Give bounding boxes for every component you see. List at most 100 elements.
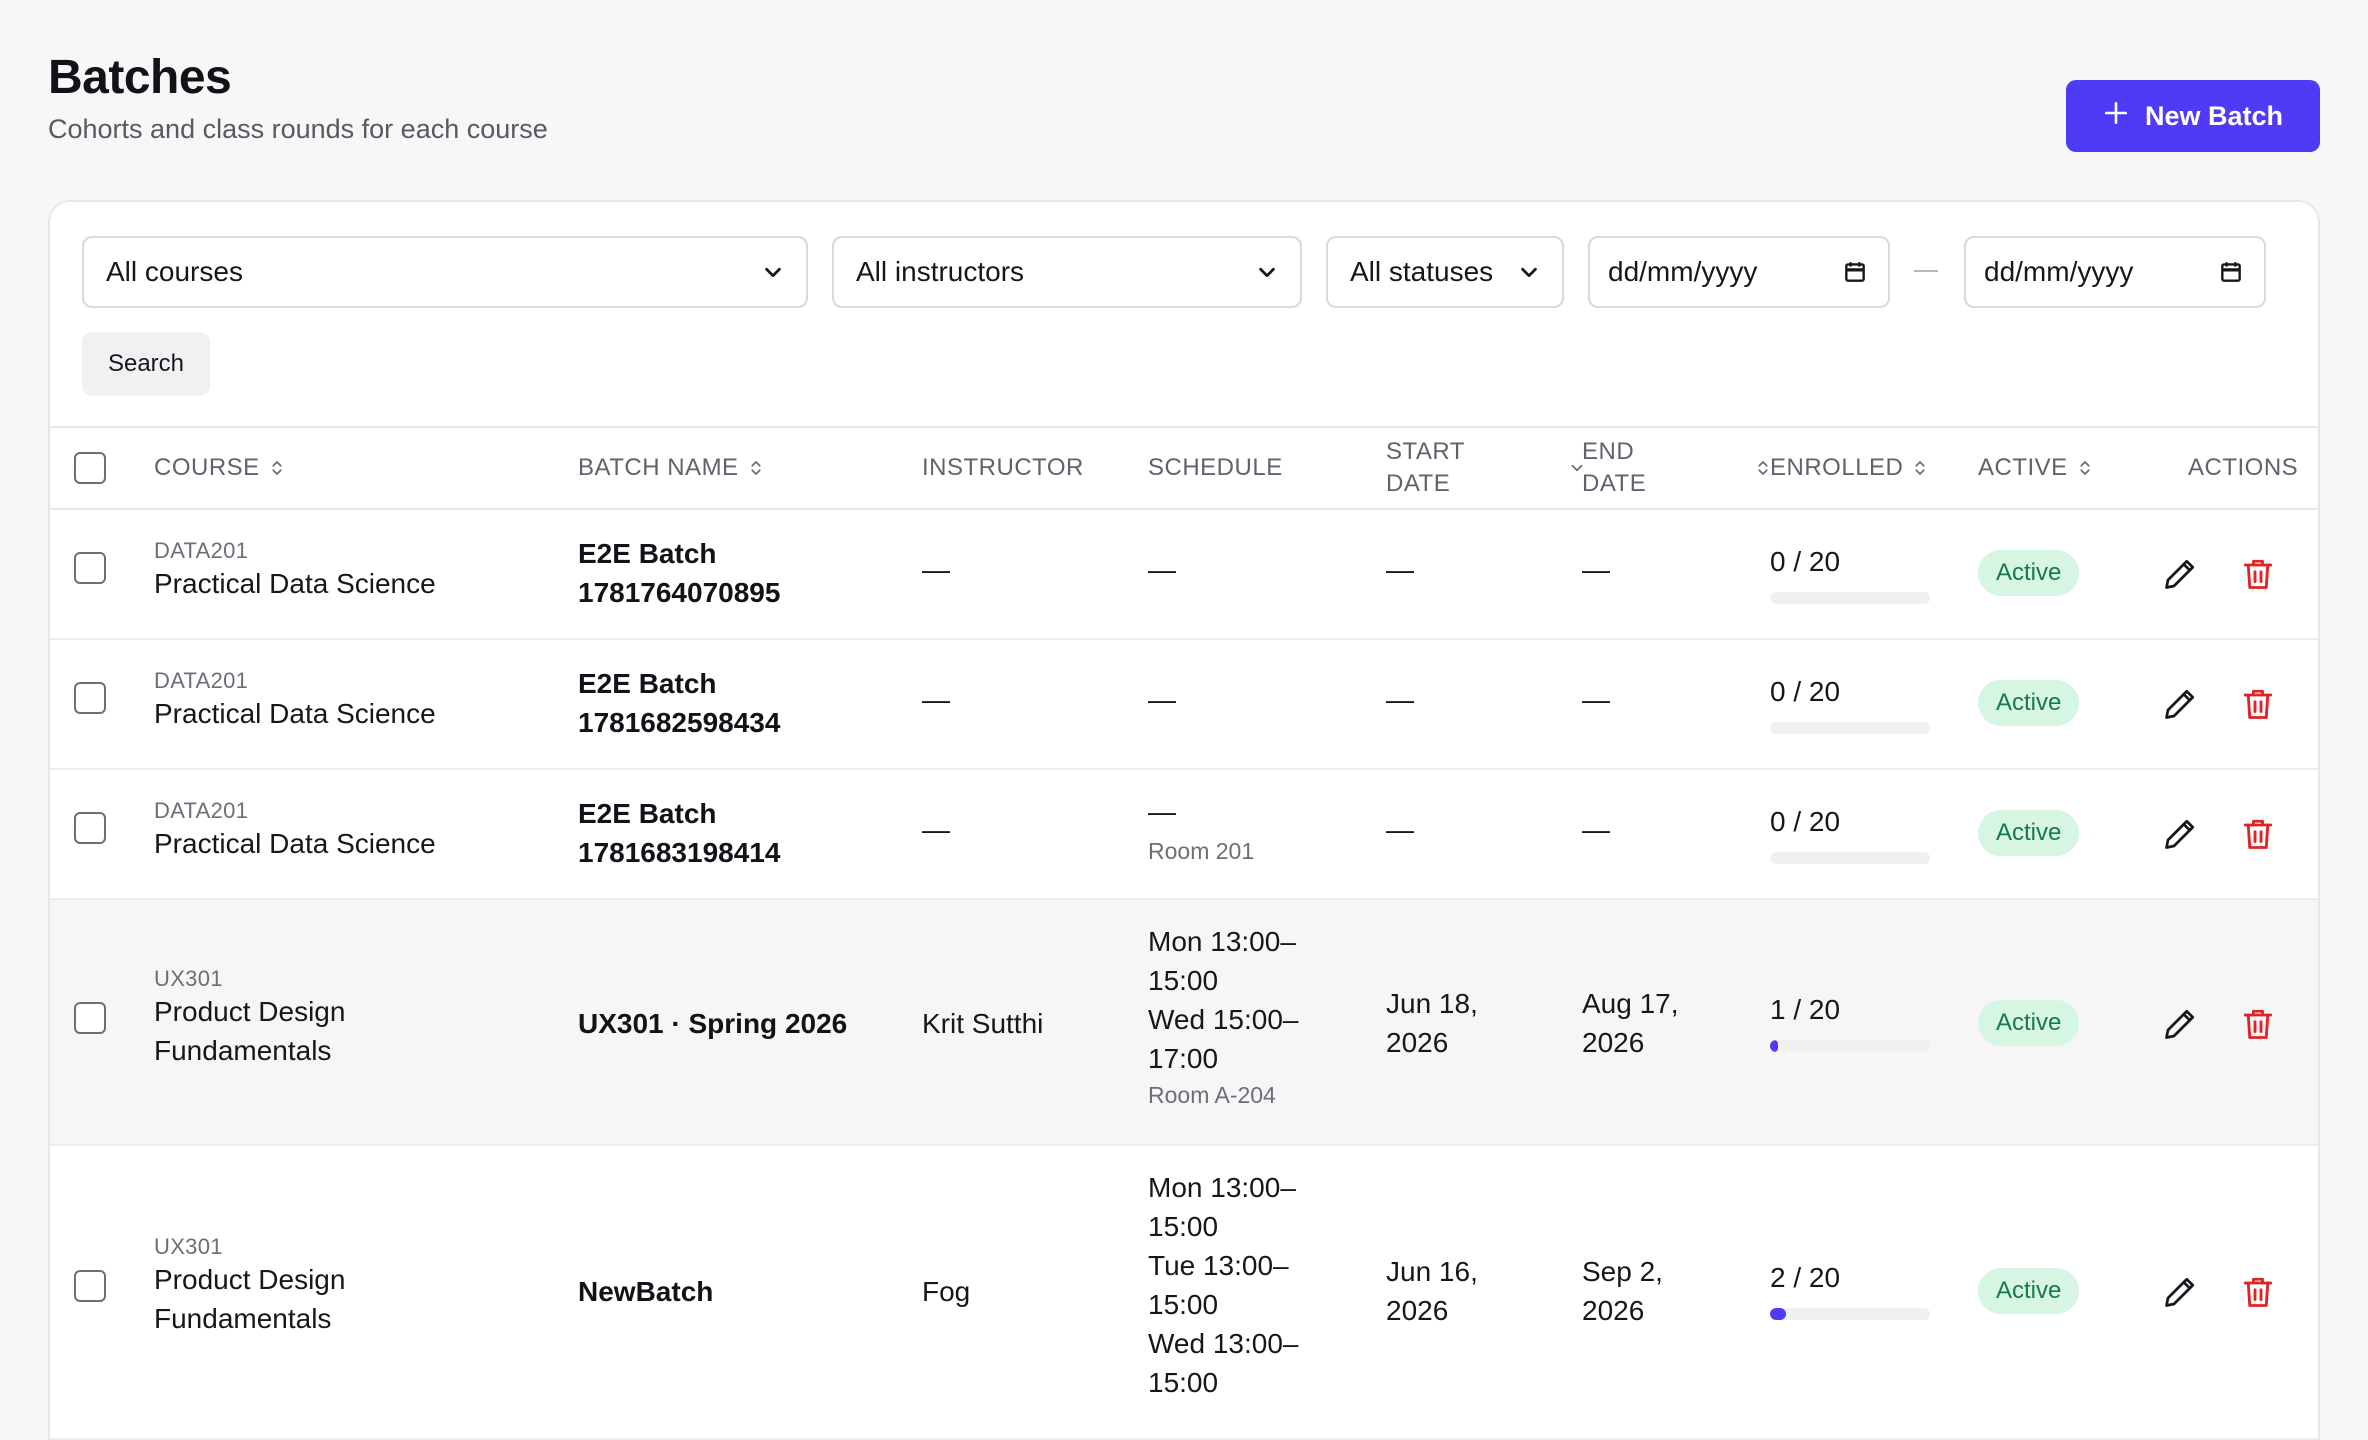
instructor-value: — (922, 684, 950, 715)
trash-icon[interactable] (2240, 1006, 2276, 1042)
enrolled-progress-fill (1770, 1308, 1786, 1320)
column-header-batch-name[interactable]: BATCH NAME (578, 428, 765, 508)
end-label-line2: DATE (1582, 470, 1647, 497)
row-checkbox[interactable] (74, 552, 106, 584)
trash-icon[interactable] (2240, 816, 2276, 852)
calendar-icon[interactable] (2218, 259, 2244, 285)
room-value: Room 201 (1148, 838, 1255, 864)
end-date-filter-input[interactable]: dd/mm/yyyy (1964, 236, 2266, 308)
pencil-icon[interactable] (2162, 1274, 2198, 1310)
course-code: DATA201 (154, 538, 249, 563)
course-name-line1: Product Design (154, 996, 346, 1027)
end-date-cell: Sep 2, 2026 (1582, 1252, 1663, 1330)
enrolled-progress-bar (1770, 1040, 1930, 1052)
sort-icon (2080, 461, 2090, 475)
end-date-cell: Aug 17, 2026 (1582, 984, 1679, 1062)
enrolled-count: 0 / 20 (1770, 546, 1841, 577)
column-header-active-label: ACTIVE (1978, 454, 2068, 481)
column-header-end-date[interactable]: END DATE (1582, 428, 1772, 508)
status-filter-value: All statuses (1350, 256, 1494, 287)
column-header-enrolled[interactable]: ENROLLED (1770, 428, 1929, 508)
column-header-start-date[interactable]: START DATE (1386, 428, 1586, 508)
column-header-end-date-label: END DATE (1582, 436, 1646, 500)
start-date-value: — (1386, 684, 1414, 715)
course-filter-select[interactable]: All courses (82, 236, 808, 308)
column-header-active[interactable]: ACTIVE (1978, 428, 2094, 508)
schedule-cell: — Room 201 (1148, 796, 1254, 865)
trash-icon[interactable] (2240, 686, 2276, 722)
batch-name: NewBatch (578, 1276, 714, 1307)
batch-name-cell: E2E Batch 1781764070895 (578, 534, 780, 612)
course-cell: UX301 Product Design Fundamentals (154, 966, 345, 1070)
schedule-value: — (1148, 796, 1176, 827)
pencil-icon[interactable] (2162, 816, 2198, 852)
course-name: Practical Data Science (154, 828, 436, 859)
schedule-cell: Mon 13:00– 15:00 Tue 13:00– 15:00 Wed 13… (1148, 1168, 1299, 1402)
schedule-line: Wed 13:00– (1148, 1328, 1299, 1359)
column-header-actions-label: ACTIONS (2188, 454, 2299, 481)
column-header-batch-name-label: BATCH NAME (578, 454, 739, 481)
status-badge: Active (1978, 1268, 2080, 1314)
row-checkbox[interactable] (74, 812, 106, 844)
course-code: DATA201 (154, 668, 249, 693)
status-badge: Active (1978, 680, 2080, 726)
enrolled-progress-bar (1770, 852, 1930, 864)
schedule-line: 17:00 (1148, 1043, 1219, 1074)
pencil-icon[interactable] (2162, 686, 2198, 722)
date-range-separator (1914, 270, 1938, 272)
instructor-value: — (922, 554, 950, 585)
enrolled-count: 2 / 20 (1770, 1262, 1841, 1293)
batch-name-line1: E2E Batch (578, 798, 717, 829)
trash-icon[interactable] (2240, 1274, 2276, 1310)
end-date-line2: 2026 (1582, 1027, 1645, 1058)
start-date-cell: Jun 18, 2026 (1386, 984, 1478, 1062)
instructor-value: — (922, 814, 950, 845)
batch-name-line2: 1781683198414 (578, 837, 781, 868)
course-cell: DATA201 Practical Data Science (154, 668, 436, 733)
table-row: UX301 Product Design Fundamentals NewBat… (50, 1146, 2318, 1440)
calendar-icon[interactable] (1842, 259, 1868, 285)
start-date-placeholder: dd/mm/yyyy (1608, 256, 1758, 287)
schedule-line: Tue 13:00– (1148, 1250, 1289, 1281)
pencil-icon[interactable] (2162, 1006, 2198, 1042)
course-name: Practical Data Science (154, 698, 436, 729)
start-label-line2: DATE (1386, 470, 1451, 497)
course-code: UX301 (154, 966, 223, 991)
schedule-value: — (1148, 554, 1176, 585)
status-badge: Active (1978, 810, 2080, 856)
row-checkbox[interactable] (74, 1270, 106, 1302)
page-subtitle: Cohorts and class rounds for each course (48, 114, 548, 144)
instructor-filter-value: All instructors (856, 256, 1025, 287)
start-date-value: — (1386, 554, 1414, 585)
course-cell: UX301 Product Design Fundamentals (154, 1234, 345, 1338)
column-header-schedule-label: SCHEDULE (1148, 454, 1283, 481)
instructor-value: Fog (922, 1276, 971, 1307)
batches-page: Batches Cohorts and class rounds for eac… (0, 0, 2368, 1440)
course-code: UX301 (154, 1234, 223, 1259)
status-badge: Active (1978, 550, 2080, 596)
start-date-value: — (1386, 814, 1414, 845)
select-all-checkbox[interactable] (74, 452, 106, 484)
start-date-line2: 2026 (1386, 1027, 1449, 1058)
table-row: DATA201 Practical Data Science E2E Batch… (50, 770, 2318, 900)
pencil-icon[interactable] (2162, 556, 2198, 592)
status-filter-select[interactable]: All statuses (1326, 236, 1564, 308)
trash-icon[interactable] (2240, 556, 2276, 592)
start-date-line2: 2026 (1386, 1295, 1449, 1326)
end-date-value: — (1582, 554, 1610, 585)
row-checkbox[interactable] (74, 1002, 106, 1034)
new-batch-button[interactable]: New Batch (2066, 80, 2320, 152)
enrolled-count: 1 / 20 (1770, 994, 1841, 1025)
start-date-cell: Jun 16, 2026 (1386, 1252, 1478, 1330)
start-date-filter-input[interactable]: dd/mm/yyyy (1588, 236, 1890, 308)
search-button[interactable]: Search (82, 332, 210, 396)
end-date-value: — (1582, 814, 1610, 845)
column-header-enrolled-label: ENROLLED (1770, 454, 1904, 481)
enrolled-progress-bar (1770, 1308, 1930, 1320)
column-header-course[interactable]: COURSE (154, 428, 286, 508)
column-header-schedule: SCHEDULE (1148, 428, 1283, 508)
row-checkbox[interactable] (74, 682, 106, 714)
instructor-filter-select[interactable]: All instructors (832, 236, 1302, 308)
course-name-line2: Fundamentals (154, 1303, 332, 1334)
sort-icon (1915, 461, 1926, 475)
